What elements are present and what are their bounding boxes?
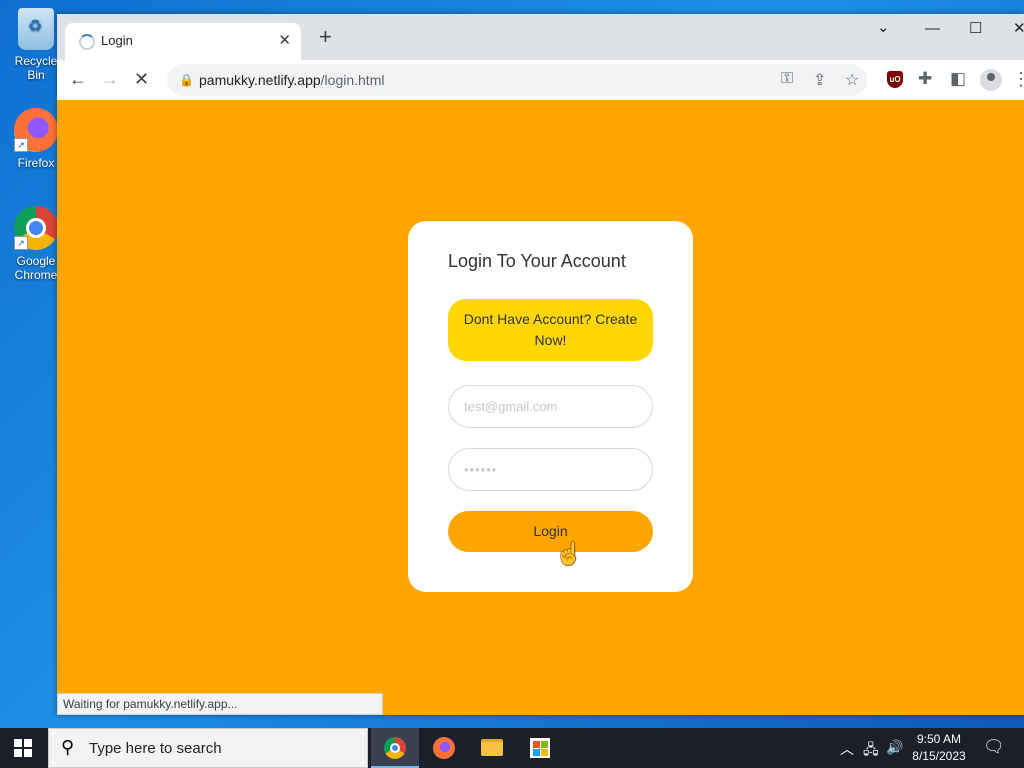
minimize-icon[interactable]: —: [925, 20, 940, 37]
volume-icon[interactable]: 🔊: [886, 739, 903, 756]
address-bar[interactable]: 🔒 pamukky.netlify.app/login.html ⚿ ⇪ ☆: [167, 64, 867, 96]
chrome-icon: [384, 737, 406, 759]
tab-close-icon[interactable]: ✕: [278, 31, 291, 49]
side-panel-icon[interactable]: ◧: [950, 68, 966, 90]
extensions-icon[interactable]: ✚: [918, 68, 932, 90]
maximize-icon[interactable]: ☐: [969, 19, 982, 37]
folder-icon: [481, 739, 503, 756]
clock-time: 9:50 AM: [916, 732, 962, 746]
taskbar-chrome[interactable]: [371, 728, 419, 768]
shortcut-arrow-icon: ↗: [14, 236, 28, 250]
loading-spinner-icon: [79, 34, 95, 50]
login-card: Login To Your Account Dont Have Account?…: [408, 221, 693, 592]
share-icon[interactable]: ⇪: [813, 70, 826, 90]
close-window-icon[interactable]: ✕: [1013, 19, 1024, 37]
taskbar: ⚲ Type here to search ︿ 🖧 🔊 9:50 AM 8/15…: [0, 728, 1024, 768]
taskbar-search-box[interactable]: ⚲ Type here to search: [48, 728, 368, 768]
password-key-icon[interactable]: ⚿: [781, 70, 793, 88]
bookmark-star-icon[interactable]: ☆: [845, 70, 859, 90]
page-title: Login To Your Account: [448, 251, 626, 271]
url-text: pamukky.netlify.app/login.html: [199, 72, 384, 88]
search-icon: ⚲: [61, 737, 75, 757]
status-bubble: Waiting for pamukky.netlify.app...: [57, 693, 383, 715]
new-tab-button[interactable]: +: [319, 26, 332, 48]
desktop-icon-label: Firefox: [17, 156, 55, 170]
tab-search-icon[interactable]: ⌄: [877, 18, 890, 36]
notifications-icon[interactable]: 🗨: [983, 737, 1005, 757]
page-viewport: Login To Your Account Dont Have Account?…: [57, 100, 1024, 715]
login-button[interactable]: Login: [448, 511, 653, 552]
tab-strip: Login ✕ + ⌄ — ☐ ✕: [57, 14, 1024, 60]
hand-cursor-icon: ☝: [555, 541, 583, 566]
search-placeholder: Type here to search: [89, 740, 222, 757]
ublock-origin-icon[interactable]: uO: [887, 71, 903, 88]
firefox-icon: [433, 737, 455, 759]
show-hidden-icons-icon[interactable]: ︿: [840, 739, 854, 759]
password-field[interactable]: [448, 448, 653, 491]
firefox-icon: ↗: [14, 108, 58, 152]
network-icon[interactable]: 🖧: [863, 739, 879, 763]
email-field[interactable]: [448, 385, 653, 428]
clock-date: 8/15/2023: [912, 749, 966, 763]
desktop-icon-label: Google Chrome: [14, 254, 58, 282]
tab-title: Login: [101, 33, 133, 48]
lock-icon: 🔒: [179, 73, 194, 87]
taskbar-firefox[interactable]: [420, 728, 468, 768]
recycle-bin-icon: ♻: [18, 8, 54, 50]
store-icon: [530, 738, 550, 758]
url-host: pamukky.netlify.app: [199, 72, 321, 88]
forward-icon[interactable]: →: [101, 68, 119, 90]
clock[interactable]: 9:50 AM 8/15/2023: [905, 731, 973, 765]
taskbar-file-explorer[interactable]: [468, 728, 516, 768]
taskbar-store[interactable]: [516, 728, 564, 768]
browser-toolbar: ← → ✕ 🔒 pamukky.netlify.app/login.html ⚿…: [57, 60, 1024, 101]
shortcut-arrow-icon: ↗: [14, 138, 28, 152]
profile-avatar-icon[interactable]: [980, 69, 1002, 91]
desktop-icon-label: Recycle Bin: [14, 54, 58, 82]
browser-window: Login ✕ + ⌄ — ☐ ✕ ← → ✕ 🔒 pamukky.netlif…: [57, 14, 1024, 715]
url-path: /login.html: [320, 72, 385, 88]
back-icon[interactable]: ←: [69, 68, 87, 90]
tab-login[interactable]: Login ✕: [65, 23, 301, 60]
create-account-button[interactable]: Dont Have Account? Create Now!: [448, 299, 653, 361]
stop-loading-icon[interactable]: ✕: [134, 68, 149, 90]
chrome-icon: ↗: [14, 206, 58, 250]
menu-kebab-icon[interactable]: ⋮: [1012, 68, 1024, 90]
start-button[interactable]: [14, 739, 32, 757]
